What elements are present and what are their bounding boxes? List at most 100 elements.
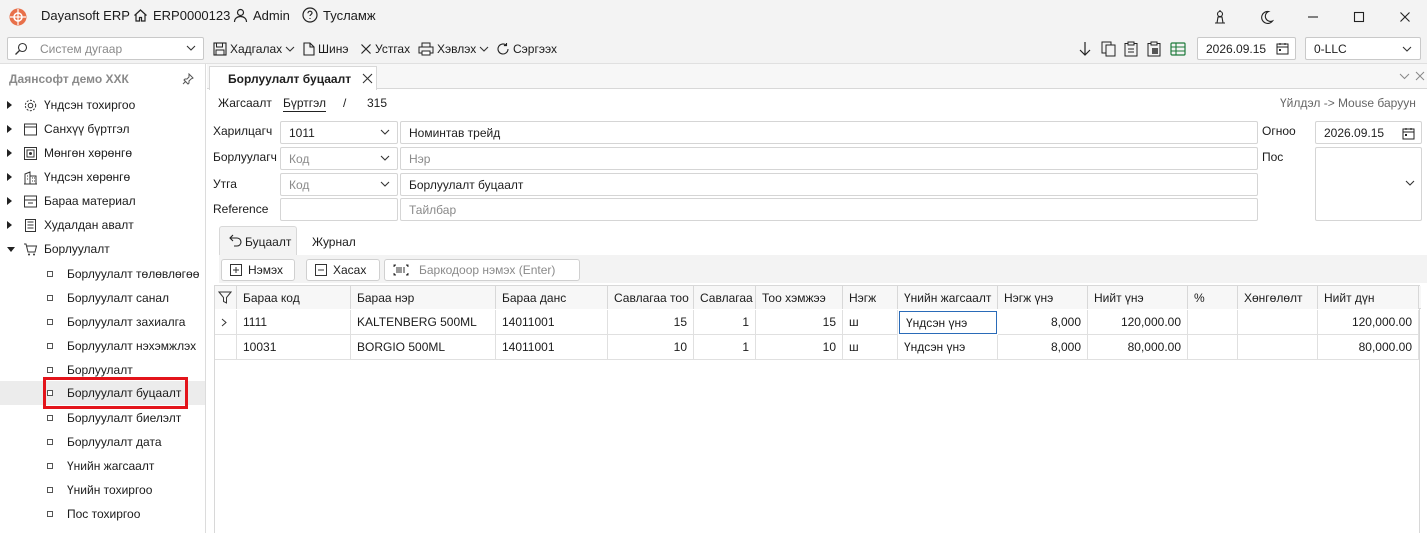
cell-item-code[interactable]: 1111 (237, 310, 351, 335)
cell-unit[interactable]: ш (843, 310, 898, 335)
pin-icon[interactable] (182, 73, 194, 85)
paste-icon[interactable] (1147, 41, 1161, 57)
breadcrumb-register-link[interactable]: Бүртгэл (283, 96, 327, 112)
cell-total-price[interactable]: 80,000.00 (1088, 335, 1188, 360)
help-link[interactable]: Тусламж (323, 8, 376, 23)
column-header[interactable]: Бараа нэр (351, 286, 496, 309)
sidebar-group-sales[interactable]: Борлуулалт (0, 237, 205, 261)
home-icon[interactable] (133, 8, 148, 23)
close-button[interactable] (1389, 5, 1421, 29)
cell-quantity[interactable]: 15 (756, 310, 843, 335)
cell-item-account[interactable]: 14011001 (496, 310, 608, 335)
sidebar-item-pos-settings[interactable]: Пос тохиргоо (0, 502, 205, 526)
document-date-picker[interactable]: 2026.09.15 (1315, 121, 1422, 144)
filter-icon[interactable] (215, 286, 237, 309)
sidebar-item-sales-offer[interactable]: Борлуулалт санал (0, 286, 205, 310)
user-name[interactable]: Admin (253, 8, 290, 23)
cell-percent[interactable] (1188, 310, 1238, 335)
sidebar-group-finance[interactable]: Санхүү бүртгэл (0, 117, 205, 141)
sidebar-item-price-list[interactable]: Үнийн жагсаалт (0, 454, 205, 478)
sidebar-item-sales-data[interactable]: Борлуулалт дата (0, 430, 205, 454)
close-icon[interactable] (1415, 71, 1425, 81)
cell-total-amount[interactable]: 80,000.00 (1318, 335, 1419, 360)
robot-icon[interactable] (1204, 5, 1236, 29)
chevron-down-icon[interactable] (1399, 73, 1410, 80)
dark-mode-icon[interactable] (1250, 5, 1282, 29)
remove-row-button[interactable]: Хасах (306, 259, 380, 281)
type-value-field[interactable]: Борлуулалт буцаалт (400, 173, 1258, 196)
clipboard-icon[interactable] (1124, 41, 1138, 57)
cell-discount[interactable] (1238, 335, 1318, 360)
type-code-select[interactable]: Код (280, 173, 398, 196)
cell-pack[interactable]: 1 (694, 310, 756, 335)
tab-journal[interactable]: Журнал (312, 235, 356, 249)
delete-button[interactable]: Устгах (360, 40, 410, 58)
maximize-button[interactable] (1343, 5, 1375, 29)
cell-total-price[interactable]: 120,000.00 (1088, 310, 1188, 335)
cell-price-list[interactable]: Үндсэн үнэ (898, 335, 998, 360)
sidebar-group-cash[interactable]: Мөнгөн хөрөнгө (0, 141, 205, 165)
company-select[interactable]: 0-LLC (1305, 37, 1421, 60)
tab-return[interactable]: Буцаалт (219, 226, 297, 255)
minimize-button[interactable] (1297, 5, 1329, 29)
system-number-search[interactable]: Систем дугаар (7, 37, 204, 60)
date-picker[interactable]: 2026.09.15 (1197, 37, 1296, 60)
column-header[interactable]: % (1188, 286, 1238, 309)
cell-item-account[interactable]: 14011001 (496, 335, 608, 360)
save-button[interactable]: Хадгалах (213, 40, 295, 58)
row-indicator[interactable] (215, 335, 237, 360)
seller-code-select[interactable]: Код (280, 147, 398, 170)
column-header[interactable]: Бараа данс (496, 286, 608, 309)
row-indicator-icon[interactable] (215, 310, 237, 335)
cell-pack[interactable]: 1 (694, 335, 756, 360)
close-icon[interactable] (362, 73, 373, 84)
refresh-button[interactable]: Сэргээх (496, 40, 557, 58)
column-header[interactable]: Нийт үнэ (1088, 286, 1188, 309)
column-header[interactable]: Нэгж (843, 286, 898, 309)
seller-name-field[interactable]: Нэр (400, 147, 1258, 170)
help-icon[interactable] (302, 7, 318, 23)
column-header[interactable]: Савлагаа (694, 286, 756, 309)
add-row-button[interactable]: Нэмэх (221, 259, 295, 281)
sidebar-group-basic-settings[interactable]: Үндсэн тохиргоо (0, 93, 205, 117)
excel-icon[interactable] (1170, 42, 1186, 56)
print-button[interactable]: Хэвлэх (418, 40, 489, 58)
note-input[interactable]: Тайлбар (400, 198, 1258, 221)
customer-name-field[interactable]: Номинтав трейд (400, 121, 1258, 144)
copy-icon[interactable] (1101, 41, 1116, 57)
column-header[interactable]: Тоо хэмжээ (756, 286, 843, 309)
cell-price-list-active[interactable]: Үндсэн үнэ (899, 311, 997, 334)
cell-item-name[interactable]: BORGIO 500ML (351, 335, 496, 360)
tab-sales-return[interactable]: Борлуулалт буцаалт (209, 66, 377, 90)
pos-select[interactable] (1315, 147, 1422, 221)
sidebar-item-sales-invoice[interactable]: Борлуулалт нэхэмжлэх (0, 334, 205, 358)
sidebar-item-price-settings[interactable]: Үнийн тохиргоо (0, 478, 205, 502)
new-button[interactable]: Шинэ (303, 40, 348, 58)
download-icon[interactable] (1078, 41, 1092, 57)
column-header[interactable]: Бараа код (237, 286, 351, 309)
reference-input[interactable] (280, 198, 398, 221)
breadcrumb-list-link[interactable]: Жагсаалт (218, 96, 272, 110)
column-header[interactable]: Савлагаа тоо (608, 286, 694, 309)
sidebar-item-sales-performance[interactable]: Борлуулалт биелэлт (0, 406, 205, 430)
column-header[interactable]: Үнийн жагсаалт (898, 286, 998, 309)
cell-percent[interactable] (1188, 335, 1238, 360)
cell-unit-price[interactable]: 8,000 (998, 335, 1088, 360)
cell-quantity[interactable]: 10 (756, 335, 843, 360)
cell-discount[interactable] (1238, 310, 1318, 335)
cell-pack-count[interactable]: 15 (608, 310, 694, 335)
user-icon[interactable] (233, 8, 248, 23)
column-header[interactable]: Хөнгөлөлт (1238, 286, 1318, 309)
barcode-input[interactable]: Баркодоор нэмэх (Enter) (384, 259, 580, 281)
sidebar-group-purchase[interactable]: Худалдан авалт (0, 213, 205, 237)
cell-total-amount[interactable]: 120,000.00 (1318, 310, 1419, 335)
cell-unit-price[interactable]: 8,000 (998, 310, 1088, 335)
column-header[interactable]: Нийт дүн (1318, 286, 1419, 309)
cell-item-code[interactable]: 10031 (237, 335, 351, 360)
cell-pack-count[interactable]: 10 (608, 335, 694, 360)
column-header[interactable]: Нэгж үнэ (998, 286, 1088, 309)
sidebar-group-inventory[interactable]: Бараа материал (0, 189, 205, 213)
sidebar-item-sales-order[interactable]: Борлуулалт захиалга (0, 310, 205, 334)
cell-unit[interactable]: ш (843, 335, 898, 360)
company-code[interactable]: ERP0000123 (153, 8, 230, 23)
